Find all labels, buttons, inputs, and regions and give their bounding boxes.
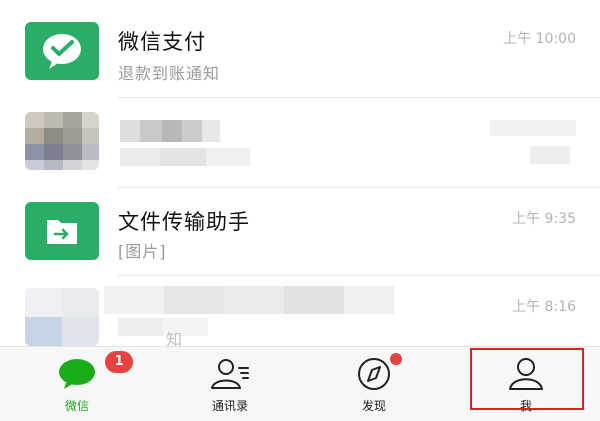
- chat-item-blurred[interactable]: [0, 98, 600, 188]
- wechat-pay-icon: [25, 22, 99, 80]
- chat-item-blurred-2[interactable]: 知 上午 8:16: [0, 276, 600, 352]
- tab-label: 通讯录: [211, 399, 248, 413]
- chat-item-file-transfer[interactable]: 文件传输助手 [图片] 上午 9:35: [0, 188, 600, 276]
- blurred-message: [118, 318, 208, 340]
- chat-title: 文件传输助手: [118, 210, 250, 234]
- chat-item-wechat-pay[interactable]: 微信支付 退款到账通知 上午 10:00: [0, 0, 600, 98]
- compass-icon: [354, 357, 394, 391]
- blurred-name: [104, 286, 394, 318]
- blurred-avatar: [25, 288, 99, 346]
- chat-subtitle: [图片]: [118, 242, 167, 261]
- chat-time: 上午 8:16: [512, 299, 576, 315]
- tab-label: 微信: [64, 399, 89, 413]
- chat-title: 微信支付: [118, 30, 206, 54]
- chat-time: 上午 9:35: [512, 211, 576, 227]
- tab-chats[interactable]: 1 微信: [17, 347, 137, 421]
- tab-discover[interactable]: 发现: [314, 347, 434, 421]
- tab-contacts[interactable]: 通讯录: [170, 347, 290, 421]
- blurred-time: [490, 120, 576, 170]
- chat-list: 微信支付 退款到账通知 上午 10:00 文件传输助手 [图片] 上午 9:35…: [0, 0, 600, 352]
- file-transfer-icon: [25, 202, 99, 260]
- unread-badge: 1: [105, 351, 133, 373]
- blurred-message: [120, 148, 250, 170]
- chat-subtitle: 退款到账通知: [118, 64, 221, 83]
- blurred-name: [120, 120, 220, 146]
- highlight-box: [470, 348, 584, 410]
- blurred-avatar: [25, 112, 99, 170]
- chat-bubble-icon: [57, 357, 97, 391]
- contacts-icon: [210, 357, 250, 391]
- notification-dot: [390, 353, 402, 365]
- chat-time: 上午 10:00: [503, 31, 576, 47]
- tab-label: 发现: [361, 399, 386, 413]
